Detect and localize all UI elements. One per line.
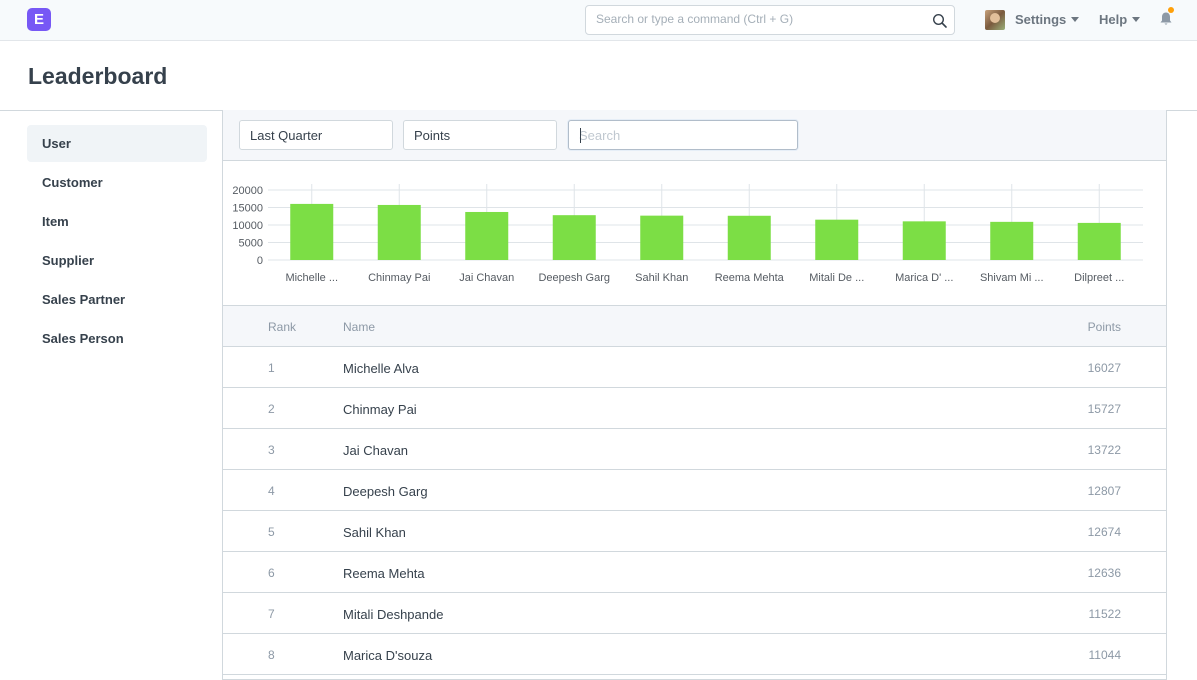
rank-cell: 6 [268,566,275,580]
bar [815,219,859,260]
text-cursor [580,128,581,143]
page-title: Leaderboard [28,63,168,89]
points-column-header: Points [1087,320,1121,334]
sidebar-item-sales-partner[interactable]: Sales Partner [27,281,207,318]
navbar: E Settings Help [0,0,1197,41]
filter-bar: Last Quarter Points [223,110,1166,161]
search-input[interactable] [596,12,926,26]
name-cell[interactable]: Deepesh Garg [343,484,428,499]
name-cell[interactable]: Mitali Deshpande [343,607,443,622]
table-row[interactable]: 7 Mitali Deshpande 11522 [223,593,1166,634]
table-body: 1 Michelle Alva 16027 2 Chinmay Pai 1572… [223,347,1166,675]
bar [552,215,596,260]
leaderboard-main: Last Quarter Points 0 5000 10000 15000 20000… [222,110,1167,680]
field-select[interactable]: Points [403,120,557,150]
x-tick-label: Shivam Mi ... [980,272,1044,284]
name-column-header: Name [343,320,376,334]
help-menu[interactable]: Help [1099,12,1141,27]
bar [290,203,334,260]
settings-menu[interactable]: Settings [1015,12,1080,27]
help-label: Help [1099,12,1128,27]
bar [465,211,509,260]
rank-column-header: Rank [268,320,297,334]
period-select[interactable]: Last Quarter [239,120,393,150]
table-row[interactable]: 1 Michelle Alva 16027 [223,347,1166,388]
rank-cell: 8 [268,648,275,662]
sidebar-item-item[interactable]: Item [27,203,207,240]
sidebar-item-user[interactable]: User [27,125,207,162]
bar [727,215,771,260]
y-tick-label: 5000 [239,238,263,250]
points-cell: 12807 [1087,484,1121,498]
points-cell: 11522 [1088,607,1121,621]
table-row[interactable]: 3 Jai Chavan 13722 [223,429,1166,470]
name-cell[interactable]: Sahil Khan [343,525,406,540]
leaderboard-chart: 0 5000 10000 15000 20000 Michelle ... Chinmay … [223,161,1166,306]
y-tick-label: 20000 [232,185,263,197]
x-tick-label: Deepesh Garg [538,272,610,284]
x-tick-label: Reema Mehta [715,272,785,284]
bar [990,221,1034,260]
x-tick-label: Mitali De ... [809,272,864,284]
rank-cell: 2 [268,402,275,416]
page-head: Leaderboard [0,41,1197,111]
table-row[interactable]: 5 Sahil Khan 12674 [223,511,1166,552]
rank-cell: 4 [268,484,275,498]
name-cell[interactable]: Jai Chavan [343,443,408,458]
rank-cell: 5 [268,525,275,539]
bar [902,221,946,260]
sidebar-item-sales-person[interactable]: Sales Person [27,320,207,357]
awesomebar[interactable] [585,5,955,35]
name-cell[interactable]: Michelle Alva [343,361,419,376]
points-cell: 15727 [1087,402,1121,416]
points-cell: 11044 [1088,648,1121,662]
y-tick-label: 0 [257,255,263,267]
points-cell: 13722 [1087,443,1121,457]
x-tick-label: Sahil Khan [635,272,688,284]
notification-indicator [1168,7,1174,13]
x-tick-label: Chinmay Pai [368,272,430,284]
chevron-down-icon [1071,17,1080,22]
points-cell: 12636 [1087,566,1121,580]
search-field[interactable] [579,128,779,143]
rank-cell: 7 [268,607,275,621]
name-cell[interactable]: Reema Mehta [343,566,425,581]
bar [377,204,421,260]
avatar[interactable] [985,10,1005,30]
sidebar-item-customer[interactable]: Customer [27,164,207,201]
bell-icon[interactable] [1159,11,1173,27]
table-row[interactable]: 2 Chinmay Pai 15727 [223,388,1166,429]
x-tick-label: Jai Chavan [459,272,514,284]
x-tick-label: Michelle ... [285,272,338,284]
x-tick-label: Dilpreet ... [1074,272,1124,284]
settings-label: Settings [1015,12,1067,27]
table-row[interactable]: 6 Reema Mehta 12636 [223,552,1166,593]
points-cell: 16027 [1087,361,1121,375]
rank-cell: 3 [268,443,275,457]
table-row[interactable]: 8 Marica D'souza 11044 [223,634,1166,675]
y-tick-label: 15000 [232,203,263,215]
points-cell: 12674 [1087,525,1121,539]
table-row[interactable]: 4 Deepesh Garg 12807 [223,470,1166,511]
sidebar-item-supplier[interactable]: Supplier [27,242,207,279]
leaderboard-search[interactable] [568,120,798,150]
search-icon[interactable] [932,13,948,29]
sidebar: User Customer Item Supplier Sales Partne… [27,125,207,359]
bar-chart: 0 5000 10000 15000 20000 Michelle ... Chinmay … [232,184,1143,284]
app-logo[interactable]: E [27,8,51,31]
rank-cell: 1 [268,361,275,375]
x-tick-label: Marica D' ... [895,272,953,284]
name-cell[interactable]: Chinmay Pai [343,402,417,417]
chevron-down-icon [1132,17,1141,22]
bar [640,215,684,260]
name-cell[interactable]: Marica D'souza [343,648,432,663]
bar [1077,222,1121,260]
y-tick-label: 10000 [232,220,263,232]
table-header: Rank Name Points [223,306,1166,347]
